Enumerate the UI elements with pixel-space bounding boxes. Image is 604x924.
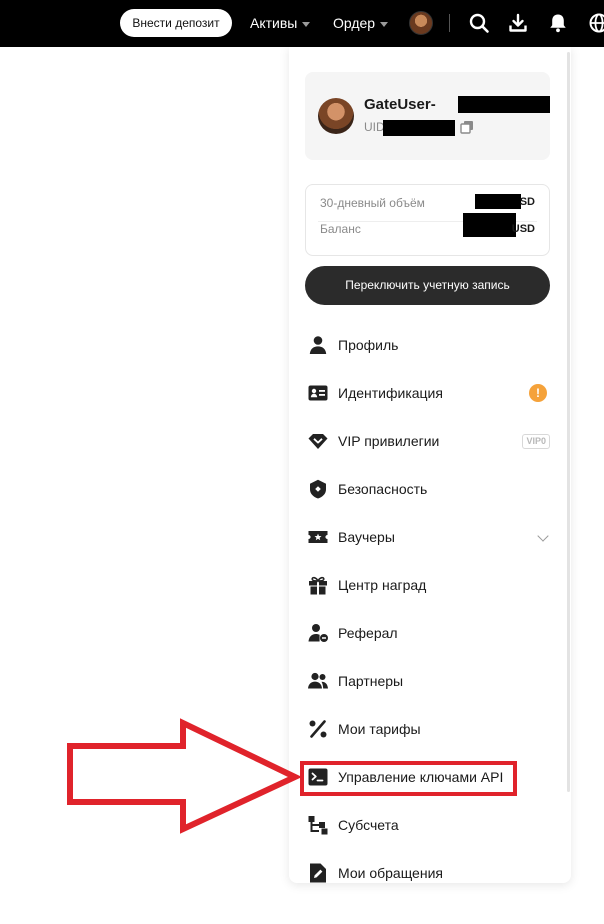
edit-doc-icon [310,863,326,883]
menu-item-label: Партнеры [338,673,404,689]
menu-item-rewards-center[interactable]: Центр наград [305,567,553,603]
menu-item-label: Мои обращения [338,865,443,881]
assets-menu-label: Активы [250,15,298,31]
menu-item-label: Субсчета [338,817,399,833]
redacted-username [458,96,550,113]
referral-icon [308,624,328,642]
volume-currency: SD [519,196,535,208]
account-stats-card: 30-дневный объём SD Баланс USD [305,184,550,256]
redacted-balance [463,213,516,237]
chevron-down-icon[interactable] [537,530,549,542]
redacted-uid [383,120,455,136]
vip-diamond-icon [308,434,328,449]
vip-level-badge: VIP0 [522,434,550,449]
menu-item-profile[interactable]: Профиль [305,327,553,363]
bell-icon[interactable] [547,12,569,34]
search-icon[interactable] [468,12,490,34]
volume-label: 30-дневный объём [320,196,425,210]
menu-item-label: Реферал [338,625,398,641]
subaccounts-icon [308,816,328,835]
gift-icon [309,576,327,595]
id-card-icon [308,385,328,401]
menu-item-label: Мои тарифы [338,721,421,737]
switch-account-button[interactable]: Переключить учетную запись [305,266,550,305]
orders-menu[interactable]: Ордер [333,15,389,31]
menu-item-my-tickets[interactable]: Мои обращения [305,855,553,883]
caret-down-icon [302,21,311,27]
menu-item-label: Безопасность [338,481,428,497]
avatar[interactable] [409,11,433,35]
balance-label: Баланс [320,222,361,236]
menu-item-label: Центр наград [338,577,427,593]
top-navigation-bar: Внести депозит Активы Ордер [0,0,604,47]
account-dropdown-panel: GateUser- UID 30-дневный объём SD Баланс… [289,47,571,883]
menu-item-label: Ваучеры [338,529,395,545]
menu-item-my-fees[interactable]: Мои тарифы [305,711,553,747]
menu-item-vip[interactable]: VIP привилегии VIP0 [305,423,553,459]
menu-item-vouchers[interactable]: Ваучеры [305,519,553,555]
deposit-button[interactable]: Внести депозит [120,9,232,37]
annotation-highlight-box [300,761,517,796]
uid-label: UID [364,120,385,134]
divider [449,14,450,32]
copy-icon[interactable] [460,120,474,134]
menu-item-subaccounts[interactable]: Субсчета [305,807,553,843]
menu-item-referral[interactable]: Реферал [305,615,553,651]
menu-item-security[interactable]: Безопасность [305,471,553,507]
download-icon[interactable] [507,12,529,34]
assets-menu[interactable]: Активы [250,15,311,31]
caret-down-icon [380,21,389,27]
globe-icon[interactable] [588,12,604,34]
redacted-volume [475,194,521,209]
panel-scrollbar[interactable] [567,52,570,792]
username: GateUser- [364,96,436,113]
balance-currency: USD [511,223,535,235]
menu-item-identification[interactable]: Идентификация ! [305,375,553,411]
ticket-icon [308,531,328,543]
menu-item-label: Идентификация [338,385,443,401]
warning-badge: ! [529,384,547,402]
menu-item-label: VIP привилегии [338,433,440,449]
shield-icon [310,479,326,499]
menu-item-label: Профиль [338,337,399,353]
orders-menu-label: Ордер [333,15,376,31]
user-icon [309,336,327,354]
user-card[interactable]: GateUser- UID [305,72,550,160]
percent-icon [309,720,327,738]
partners-icon [308,672,328,689]
avatar [318,98,354,134]
menu-item-partners[interactable]: Партнеры [305,663,553,699]
